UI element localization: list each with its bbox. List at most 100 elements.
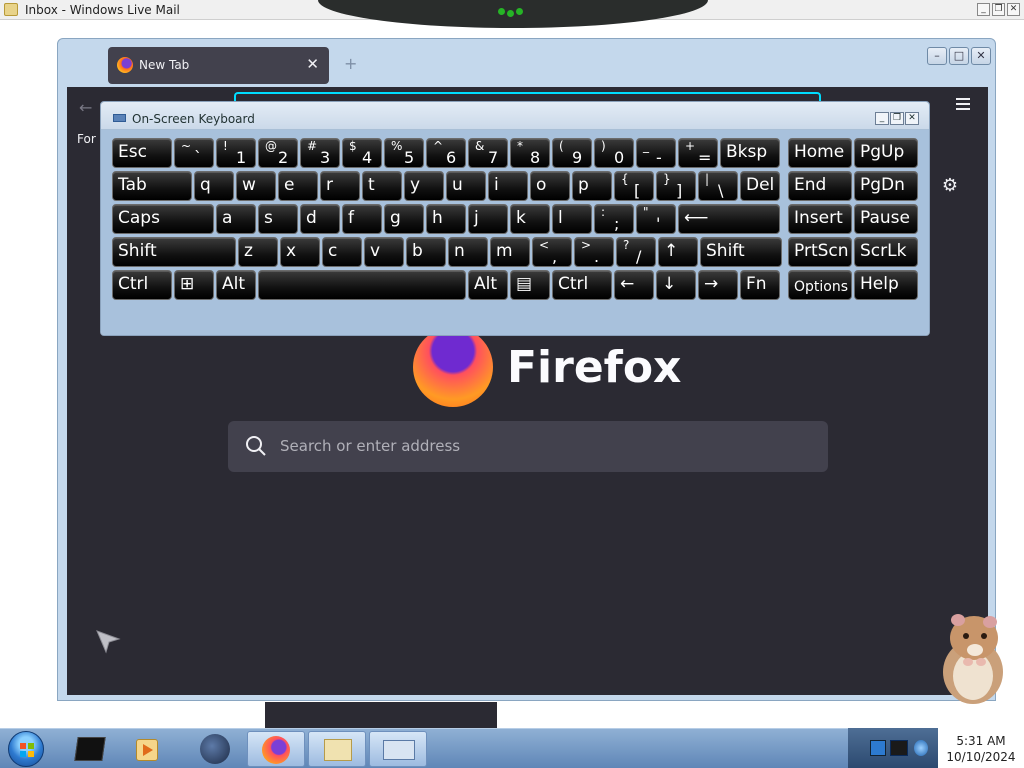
minimize-button[interactable]: _ <box>875 112 889 125</box>
key-g[interactable]: g <box>384 204 424 234</box>
key-pgdn[interactable]: PgDn <box>854 171 918 201</box>
key-pgup[interactable]: PgUp <box>854 138 918 168</box>
key-esc[interactable]: Esc <box>112 138 172 168</box>
key-symbol[interactable]: >. <box>574 237 614 267</box>
key-fn[interactable]: Fn <box>740 270 780 300</box>
key-end[interactable]: End <box>788 171 852 201</box>
key-3[interactable]: #3 <box>300 138 340 168</box>
key-alt[interactable]: Alt <box>216 270 256 300</box>
key-j[interactable]: j <box>468 204 508 234</box>
key-symbol[interactable]: ↑ <box>658 237 698 267</box>
key-symbol[interactable]: ↓ <box>656 270 696 300</box>
key-symbol[interactable]: ~ ` <box>174 138 214 168</box>
key-del[interactable]: Del <box>740 171 780 201</box>
key-k[interactable]: k <box>510 204 550 234</box>
key-insert[interactable]: Insert <box>788 204 852 234</box>
key-e[interactable]: e <box>278 171 318 201</box>
key-w[interactable]: w <box>236 171 276 201</box>
key-h[interactable]: h <box>426 204 466 234</box>
key-tab[interactable]: Tab <box>112 171 192 201</box>
key-shift[interactable]: Shift <box>700 237 782 267</box>
maximize-button[interactable]: □ <box>949 47 969 65</box>
key-0[interactable]: ) 0 <box>594 138 634 168</box>
taskbar-item-globe[interactable] <box>190 731 248 767</box>
close-button[interactable]: ✕ <box>971 47 991 65</box>
taskbar-item-media[interactable] <box>128 731 186 767</box>
key-8[interactable]: * 8 <box>510 138 550 168</box>
key-shift[interactable]: Shift <box>112 237 236 267</box>
key-pause[interactable]: Pause <box>854 204 918 234</box>
key-l[interactable]: l <box>552 204 592 234</box>
key-a[interactable]: a <box>216 204 256 234</box>
key-ctrl[interactable]: Ctrl <box>112 270 172 300</box>
close-button[interactable]: ✕ <box>905 112 919 125</box>
key-6[interactable]: ^ 6 <box>426 138 466 168</box>
hamburger-menu-icon[interactable] <box>956 98 970 113</box>
key-home[interactable]: Home <box>788 138 852 168</box>
key-options[interactable]: Options <box>788 270 852 300</box>
start-button[interactable] <box>8 731 44 767</box>
osk-titlebar[interactable]: On-Screen Keyboard _ ❐ ✕ <box>101 102 929 130</box>
clock[interactable]: 5:31 AM 10/10/2024 <box>938 728 1024 768</box>
key-n[interactable]: n <box>448 237 488 267</box>
key-caps[interactable]: Caps <box>112 204 214 234</box>
key-u[interactable]: u <box>446 171 486 201</box>
key-5[interactable]: % 5 <box>384 138 424 168</box>
key-symbol[interactable]: _ - <box>636 138 676 168</box>
key-o[interactable]: o <box>530 171 570 201</box>
close-button[interactable]: ✕ <box>1007 3 1020 16</box>
key-symbol[interactable]: | \ <box>698 171 738 201</box>
key-space[interactable] <box>258 270 466 300</box>
key-prtscn[interactable]: PrtScn <box>788 237 852 267</box>
search-box[interactable] <box>228 421 828 472</box>
key-symbol[interactable]: ⊞ <box>174 270 214 300</box>
key-bksp[interactable]: Bksp <box>720 138 780 168</box>
arrow-left-icon[interactable]: ← <box>79 98 92 117</box>
key-help[interactable]: Help <box>854 270 918 300</box>
key-symbol[interactable]: {[ <box>614 171 654 201</box>
taskbar-item-keyboard[interactable] <box>369 731 427 767</box>
key-9[interactable]: (9 <box>552 138 592 168</box>
key-symbol[interactable]: ← <box>614 270 654 300</box>
key-i[interactable]: i <box>488 171 528 201</box>
key-symbol[interactable]: ▤ <box>510 270 550 300</box>
key-c[interactable]: c <box>322 237 362 267</box>
key-4[interactable]: $4 <box>342 138 382 168</box>
key-z[interactable]: z <box>238 237 278 267</box>
tab-close-icon[interactable]: ✕ <box>306 55 319 73</box>
key-scrlk[interactable]: ScrLk <box>854 237 918 267</box>
key-symbol[interactable]: <, <box>532 237 572 267</box>
minimize-button[interactable]: – <box>927 47 947 65</box>
key-x[interactable]: x <box>280 237 320 267</box>
taskbar-item-app1[interactable] <box>68 731 126 767</box>
key-p[interactable]: p <box>572 171 612 201</box>
gear-icon[interactable]: ⚙ <box>942 175 958 196</box>
key-r[interactable]: r <box>320 171 360 201</box>
key-b[interactable]: b <box>406 237 446 267</box>
key-symbol[interactable]: → <box>698 270 738 300</box>
key-alt[interactable]: Alt <box>468 270 508 300</box>
new-tab-plus-icon[interactable]: + <box>344 54 357 73</box>
key-symbol[interactable]: ? / <box>616 237 656 267</box>
key-d[interactable]: d <box>300 204 340 234</box>
key-symbol[interactable]: ⟵ <box>678 204 780 234</box>
restore-button[interactable]: ❐ <box>890 112 904 125</box>
key-1[interactable]: ! 1 <box>216 138 256 168</box>
key-y[interactable]: y <box>404 171 444 201</box>
search-input[interactable] <box>280 433 800 459</box>
key-v[interactable]: v <box>364 237 404 267</box>
tab-new-tab[interactable]: New Tab ✕ <box>108 47 329 84</box>
key-ctrl[interactable]: Ctrl <box>552 270 612 300</box>
key-symbol[interactable]: " ' <box>636 204 676 234</box>
key-2[interactable]: @2 <box>258 138 298 168</box>
key-q[interactable]: q <box>194 171 234 201</box>
ie-icon[interactable] <box>914 740 928 756</box>
key-symbol[interactable]: }] <box>656 171 696 201</box>
minimize-button[interactable]: _ <box>977 3 990 16</box>
key-t[interactable]: t <box>362 171 402 201</box>
taskbar-item-firefox[interactable] <box>247 731 305 767</box>
key-7[interactable]: & 7 <box>468 138 508 168</box>
key-m[interactable]: m <box>490 237 530 267</box>
network-icon[interactable] <box>870 740 886 756</box>
display-icon[interactable] <box>890 740 908 756</box>
